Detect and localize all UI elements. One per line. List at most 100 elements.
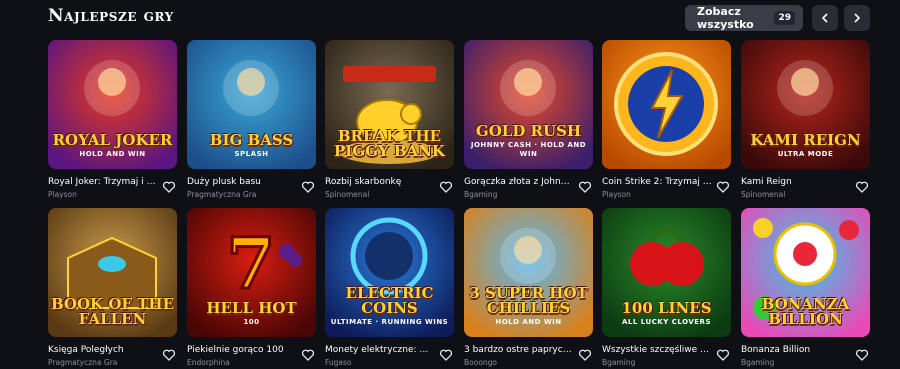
game-card[interactable]: BOOK OF THE FALLEN Księga Poległych Pragma… (48, 208, 177, 368)
game-logo-subtitle: 100 (243, 318, 260, 326)
heart-icon (578, 349, 592, 361)
chevron-right-icon (854, 13, 861, 23)
heart-icon (855, 181, 869, 193)
game-provider: Bgaming (741, 358, 775, 367)
game-logo-subtitle: SPLASH (234, 150, 269, 158)
game-logo: HELL HOT 100 (187, 301, 316, 327)
game-thumbnail[interactable]: 100 LINES ALL LUCKY CLOVERS (602, 208, 731, 337)
game-thumbnail[interactable] (602, 40, 731, 169)
game-logo: 3 SUPER HOT CHILLIES HOLD AND WIN (464, 286, 593, 327)
game-logo: BOOK OF THE FALLEN (50, 295, 175, 328)
game-title[interactable]: Gorączka złota z Johnnym Cashem (464, 177, 574, 188)
heart-icon (578, 181, 592, 193)
lightning-icon (614, 52, 718, 156)
favorite-button[interactable] (716, 179, 730, 193)
previous-button[interactable] (812, 5, 838, 31)
game-title[interactable]: Royal Joker: Trzymaj i wygrywaj (48, 177, 158, 188)
game-provider: Endorphina (187, 358, 230, 367)
see-all-label: Zobacz wszystko (697, 5, 754, 31)
game-title[interactable]: Monety elektryczne: NAJLEPSZE TRZYMAJ (325, 345, 435, 356)
game-thumbnail[interactable]: 7 HELL HOT 100 (187, 208, 316, 337)
favorite-button[interactable] (855, 347, 869, 361)
game-title[interactable]: Wszystkie szczęśliwe koniczyny (602, 345, 712, 356)
game-logo-subtitle: ULTIMATE · RUNNING WINS (330, 318, 449, 326)
heart-icon (162, 349, 176, 361)
game-card[interactable]: 3 SUPER HOT CHILLIES HOLD AND WIN 3 bardzo… (464, 208, 593, 368)
game-logo-subtitle: HOLD AND WIN (79, 150, 146, 158)
game-provider: Spinomenal (741, 190, 786, 199)
games-grid: ROYAL JOKER HOLD AND WIN Royal Joker: Trzy… (48, 40, 870, 369)
game-card[interactable]: BREAK THE PIGGY BANK Rozbij skarbonkę Spin… (325, 40, 454, 200)
game-card[interactable]: BONANZA BILLION Bonanza Billion Bgaming (741, 208, 870, 368)
game-card[interactable]: 7 HELL HOT 100 Piekielnie gorąco 100 Endorph… (187, 208, 316, 368)
game-thumbnail[interactable]: KAMI REIGN ULTRA MODE (741, 40, 870, 169)
favorite-button[interactable] (578, 179, 592, 193)
game-title[interactable]: Kami Reign (741, 177, 851, 188)
heart-icon (301, 181, 315, 193)
game-provider: Bgaming (464, 190, 498, 199)
favorite-button[interactable] (301, 347, 315, 361)
favorite-button[interactable] (439, 179, 453, 193)
section-title: Najlepsze gry (48, 6, 174, 26)
game-logo: GOLD RUSH JOHNNY CASH · HOLD AND WIN (464, 124, 593, 159)
game-thumbnail[interactable]: ROYAL JOKER HOLD AND WIN (48, 40, 177, 169)
next-button[interactable] (844, 5, 870, 31)
favorite-button[interactable] (162, 179, 176, 193)
game-title[interactable]: Piekielnie gorąco 100 (187, 345, 297, 356)
game-card[interactable]: ROYAL JOKER HOLD AND WIN Royal Joker: Trzy… (48, 40, 177, 200)
favorite-button[interactable] (578, 347, 592, 361)
see-all-button[interactable]: Zobacz wszystko 29 (685, 5, 803, 31)
section-header: Najlepsze gry Zobacz wszystko 29 (48, 0, 870, 36)
game-thumbnail[interactable]: BONANZA BILLION (741, 208, 870, 337)
game-card[interactable]: GOLD RUSH JOHNNY CASH · HOLD AND WIN Gorąc… (464, 40, 593, 200)
game-card[interactable]: Coin Strike 2: Trzymaj i wygrywaj Playson (602, 40, 731, 200)
game-logo: BONANZA BILLION (761, 295, 850, 328)
game-provider: Pragmatyczna Gra (48, 358, 118, 367)
game-logo-subtitle: ALL LUCKY CLOVERS (622, 318, 711, 326)
game-provider: Bgaming (602, 358, 636, 367)
game-logo-subtitle: HOLD AND WIN (495, 318, 562, 326)
game-thumbnail[interactable]: BOOK OF THE FALLEN (48, 208, 177, 337)
game-title[interactable]: 3 bardzo ostre papryczki chili (464, 345, 574, 356)
svg-text:7: 7 (227, 222, 276, 305)
game-provider: Playson (602, 190, 631, 199)
game-logo-subtitle: JOHNNY CASH · HOLD AND WIN (470, 141, 587, 158)
game-logo: 100 LINES ALL LUCKY CLOVERS (602, 301, 731, 327)
favorite-button[interactable] (162, 347, 176, 361)
game-thumbnail[interactable]: 3 SUPER HOT CHILLIES HOLD AND WIN (464, 208, 593, 337)
chevron-left-icon (821, 13, 828, 23)
game-thumbnail[interactable]: BREAK THE PIGGY BANK (325, 40, 454, 169)
heart-icon (301, 349, 315, 361)
game-thumbnail[interactable]: GOLD RUSH JOHNNY CASH · HOLD AND WIN (464, 40, 593, 169)
heart-icon (439, 349, 453, 361)
game-title[interactable]: Coin Strike 2: Trzymaj i wygrywaj (602, 177, 712, 188)
favorite-button[interactable] (439, 347, 453, 361)
game-card[interactable]: BIG BASS SPLASH Duży plusk basu Pragmatyczn… (187, 40, 316, 200)
game-title[interactable]: Bonanza Billion (741, 345, 851, 356)
game-card[interactable]: ELECTRIC COINS ULTIMATE · RUNNING WINS Mon… (325, 208, 454, 368)
heart-icon (716, 181, 730, 193)
game-logo: ROYAL JOKER HOLD AND WIN (48, 133, 177, 159)
game-thumbnail[interactable]: BIG BASS SPLASH (187, 40, 316, 169)
game-provider: Pragmatyczna Gra (187, 190, 257, 199)
favorite-button[interactable] (301, 179, 315, 193)
game-logo: ELECTRIC COINS ULTIMATE · RUNNING WINS (325, 286, 454, 327)
game-logo-subtitle: ULTRA MODE (777, 150, 834, 158)
game-logo: BREAK THE PIGGY BANK (334, 127, 445, 160)
game-provider: Playson (48, 190, 77, 199)
game-provider: Booongo (464, 358, 498, 367)
game-provider: Fugaso (325, 358, 352, 367)
game-logo: KAMI REIGN ULTRA MODE (741, 133, 870, 159)
game-title[interactable]: Rozbij skarbonkę (325, 177, 435, 188)
game-card[interactable]: 100 LINES ALL LUCKY CLOVERS Wszystkie szcz… (602, 208, 731, 368)
favorite-button[interactable] (855, 179, 869, 193)
favorite-button[interactable] (716, 347, 730, 361)
heart-icon (855, 349, 869, 361)
see-all-count-badge: 29 (774, 11, 795, 25)
heart-icon (162, 181, 176, 193)
game-card[interactable]: KAMI REIGN ULTRA MODE Kami Reign Spinomenal (741, 40, 870, 200)
game-title[interactable]: Księga Poległych (48, 345, 158, 356)
game-title[interactable]: Duży plusk basu (187, 177, 297, 188)
game-thumbnail[interactable]: ELECTRIC COINS ULTIMATE · RUNNING WINS (325, 208, 454, 337)
heart-icon (439, 181, 453, 193)
